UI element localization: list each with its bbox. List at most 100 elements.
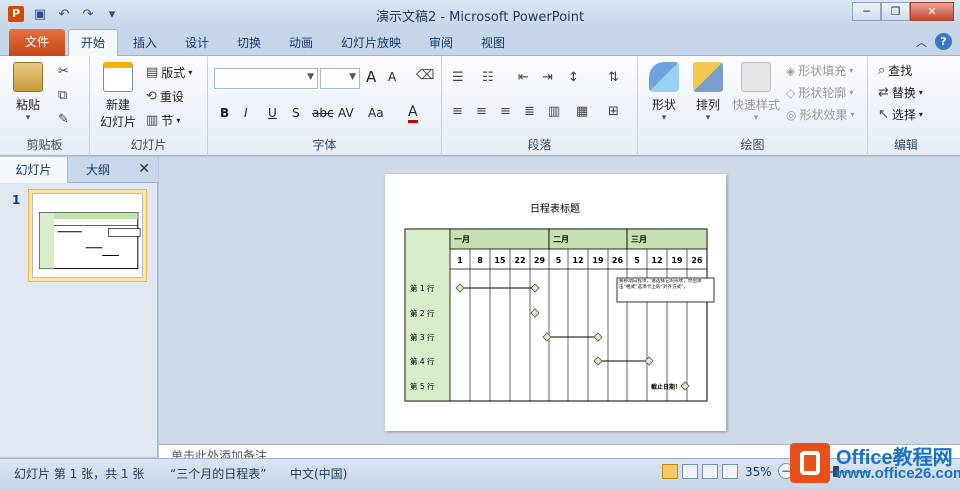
new-slide-button[interactable]: 新建 幻灯片 [96, 62, 140, 130]
justify-icon[interactable]: ≣ [524, 104, 535, 119]
clear-format-icon[interactable]: ⌫ [416, 68, 434, 83]
quick-styles-button[interactable]: 快速样式 ▾ [730, 62, 782, 123]
minimize-ribbon-icon[interactable]: ︿ [916, 34, 927, 50]
shapes-icon [649, 62, 679, 92]
tab-design[interactable]: 设计 [185, 34, 209, 51]
shape-effects-button[interactable]: ◎ 形状效果 ▾ [786, 106, 855, 123]
reading-view-icon[interactable] [702, 464, 718, 479]
numbering-icon[interactable]: ☷ [482, 70, 494, 85]
columns-icon[interactable]: ▦ [576, 104, 588, 119]
day-label: 22 [514, 256, 525, 265]
tab-outline-panel[interactable]: 大纲 [68, 157, 128, 183]
day-label: 12 [572, 256, 583, 265]
window-buttons: ─ ❐ ✕ [852, 2, 954, 21]
align-center-icon[interactable]: ≡ [476, 104, 487, 119]
cut-icon[interactable]: ✂ [58, 64, 69, 79]
deadline-label[interactable]: 截止日期！ [651, 383, 681, 391]
slide-thumbnail[interactable] [28, 189, 147, 282]
watermark-logo: Office教程网 www.office26.com [790, 438, 960, 490]
paste-button[interactable]: 粘贴 ▾ [8, 62, 48, 123]
arrange-button[interactable]: 排列 ▾ [688, 62, 728, 123]
row-label: 第 4 行 [410, 356, 435, 366]
copy-icon[interactable]: ⧉ [58, 88, 67, 103]
paste-dropdown-icon[interactable]: ▾ [8, 113, 48, 123]
tab-home[interactable]: 开始 [68, 29, 118, 57]
layout-button[interactable]: ▤ 版式 ▾ [146, 64, 192, 81]
tab-review[interactable]: 审阅 [429, 34, 453, 51]
tab-transitions[interactable]: 切换 [237, 34, 261, 51]
slide-sorter-icon[interactable] [682, 464, 698, 479]
day-label: 5 [634, 256, 640, 265]
shrink-font-button[interactable]: A [388, 70, 396, 84]
line-spacing-icon[interactable]: ↕ [568, 70, 579, 85]
shape-fill-button[interactable]: ◈ 形状填充 ▾ [786, 62, 853, 79]
bold-button[interactable]: B [220, 106, 229, 120]
tabs-right-controls: ︿ ? [916, 33, 952, 50]
language[interactable]: 中文(中国) [290, 465, 347, 482]
day-label: 19 [592, 256, 604, 265]
select-button[interactable]: ↖ 选择 ▾ [878, 106, 923, 123]
underline-button[interactable]: U [268, 106, 277, 120]
clipboard-group: 粘贴 ▾ ✂ ⧉ ✎ 剪贴板 [0, 56, 90, 156]
text-direction-icon[interactable]: ⇅ [608, 70, 619, 85]
slide-title[interactable]: 日程表标题 [530, 202, 580, 215]
find-icon: ⌕ [878, 63, 886, 78]
char-spacing-button[interactable]: AV [338, 106, 354, 120]
tab-animations[interactable]: 动画 [289, 34, 313, 51]
find-button[interactable]: ⌕ 查找 [878, 62, 912, 79]
tab-file[interactable]: 文件 [9, 29, 65, 56]
slide[interactable]: 日程表标题 一月 二月 三月 1 8 15 22 29 5 12 19 26 5 12 19 26 第 … [385, 174, 726, 431]
font-name-combo[interactable]: ▼ [214, 68, 318, 89]
format-painter-icon[interactable]: ✎ [58, 112, 69, 127]
zoom-level[interactable]: 35% [745, 465, 772, 479]
shapes-button[interactable]: 形状 ▾ [644, 62, 684, 123]
ribbon-tabs: 文件 开始 插入 设计 切换 动画 幻灯片放映 审阅 视图 ︿ ? [0, 29, 960, 57]
strikethrough-button[interactable]: abc [312, 106, 334, 120]
font-color-button[interactable]: A [408, 104, 418, 123]
thumbnail-preview [39, 212, 141, 270]
change-case-button[interactable]: Aa [368, 106, 384, 120]
theme-name[interactable]: “三个月的日程表” [170, 465, 266, 482]
restore-icon[interactable]: ❐ [881, 2, 910, 21]
tab-view[interactable]: 视图 [481, 34, 505, 51]
timeline-diagram: 日程表标题 一月 二月 三月 1 8 15 22 29 5 12 19 26 5 12 19 26 第 … [404, 202, 715, 402]
editing-group: ⌕ 查找 ⇄ 替换 ▾ ↖ 选择 ▾ 编辑 [868, 56, 944, 156]
distribute-icon[interactable]: ▥ [548, 104, 560, 119]
smartart-icon[interactable]: ⊞ [608, 104, 619, 119]
section-button[interactable]: ▥ 节 ▾ [146, 112, 180, 129]
day-label: 29 [534, 256, 546, 265]
shadow-button[interactable]: S [292, 106, 300, 120]
replace-icon: ⇄ [878, 85, 889, 100]
replace-button[interactable]: ⇄ 替换 ▾ [878, 84, 923, 101]
help-icon[interactable]: ? [935, 33, 952, 50]
reset-button[interactable]: ⟲ 重设 [146, 88, 184, 105]
decrease-indent-icon[interactable]: ⇤ [518, 70, 529, 85]
shape-outline-button[interactable]: ◇ 形状轮廓 ▾ [786, 84, 853, 101]
italic-button[interactable]: I [244, 106, 248, 120]
tab-slides-panel[interactable]: 幻灯片 [0, 157, 68, 183]
close-icon[interactable]: ✕ [910, 2, 954, 21]
align-left-icon[interactable]: ≡ [452, 104, 463, 119]
tab-slideshow[interactable]: 幻灯片放映 [341, 34, 401, 51]
day-label: 26 [612, 256, 624, 265]
panel-tabs: 幻灯片 大纲 ✕ [0, 157, 158, 183]
minimize-icon[interactable]: ─ [852, 2, 881, 21]
new-slide-icon [103, 62, 133, 92]
paragraph-group-label: 段落 [527, 138, 552, 152]
increase-indent-icon[interactable]: ⇥ [542, 70, 553, 85]
font-size-combo[interactable]: ▼ [320, 68, 360, 89]
grow-font-button[interactable]: A [366, 68, 376, 86]
month-label-2: 二月 [553, 235, 569, 244]
day-label: 1 [457, 256, 463, 265]
normal-view-icon[interactable] [662, 464, 678, 479]
watermark-line-2: www.office26.com [836, 465, 960, 482]
slides-group: 新建 幻灯片 ▤ 版式 ▾ ⟲ 重设 ▥ 节 ▾ 幻灯片 [90, 56, 208, 156]
align-right-icon[interactable]: ≡ [500, 104, 511, 119]
layout-icon: ▤ [146, 65, 159, 80]
slideshow-view-icon[interactable] [722, 464, 738, 479]
bullets-icon[interactable]: ☰ [452, 70, 464, 85]
close-icon[interactable]: ✕ [138, 161, 150, 177]
slide-info: 幻灯片 第 1 张，共 1 张 [14, 467, 145, 481]
reset-icon: ⟲ [146, 89, 157, 104]
tab-insert[interactable]: 插入 [133, 34, 157, 51]
